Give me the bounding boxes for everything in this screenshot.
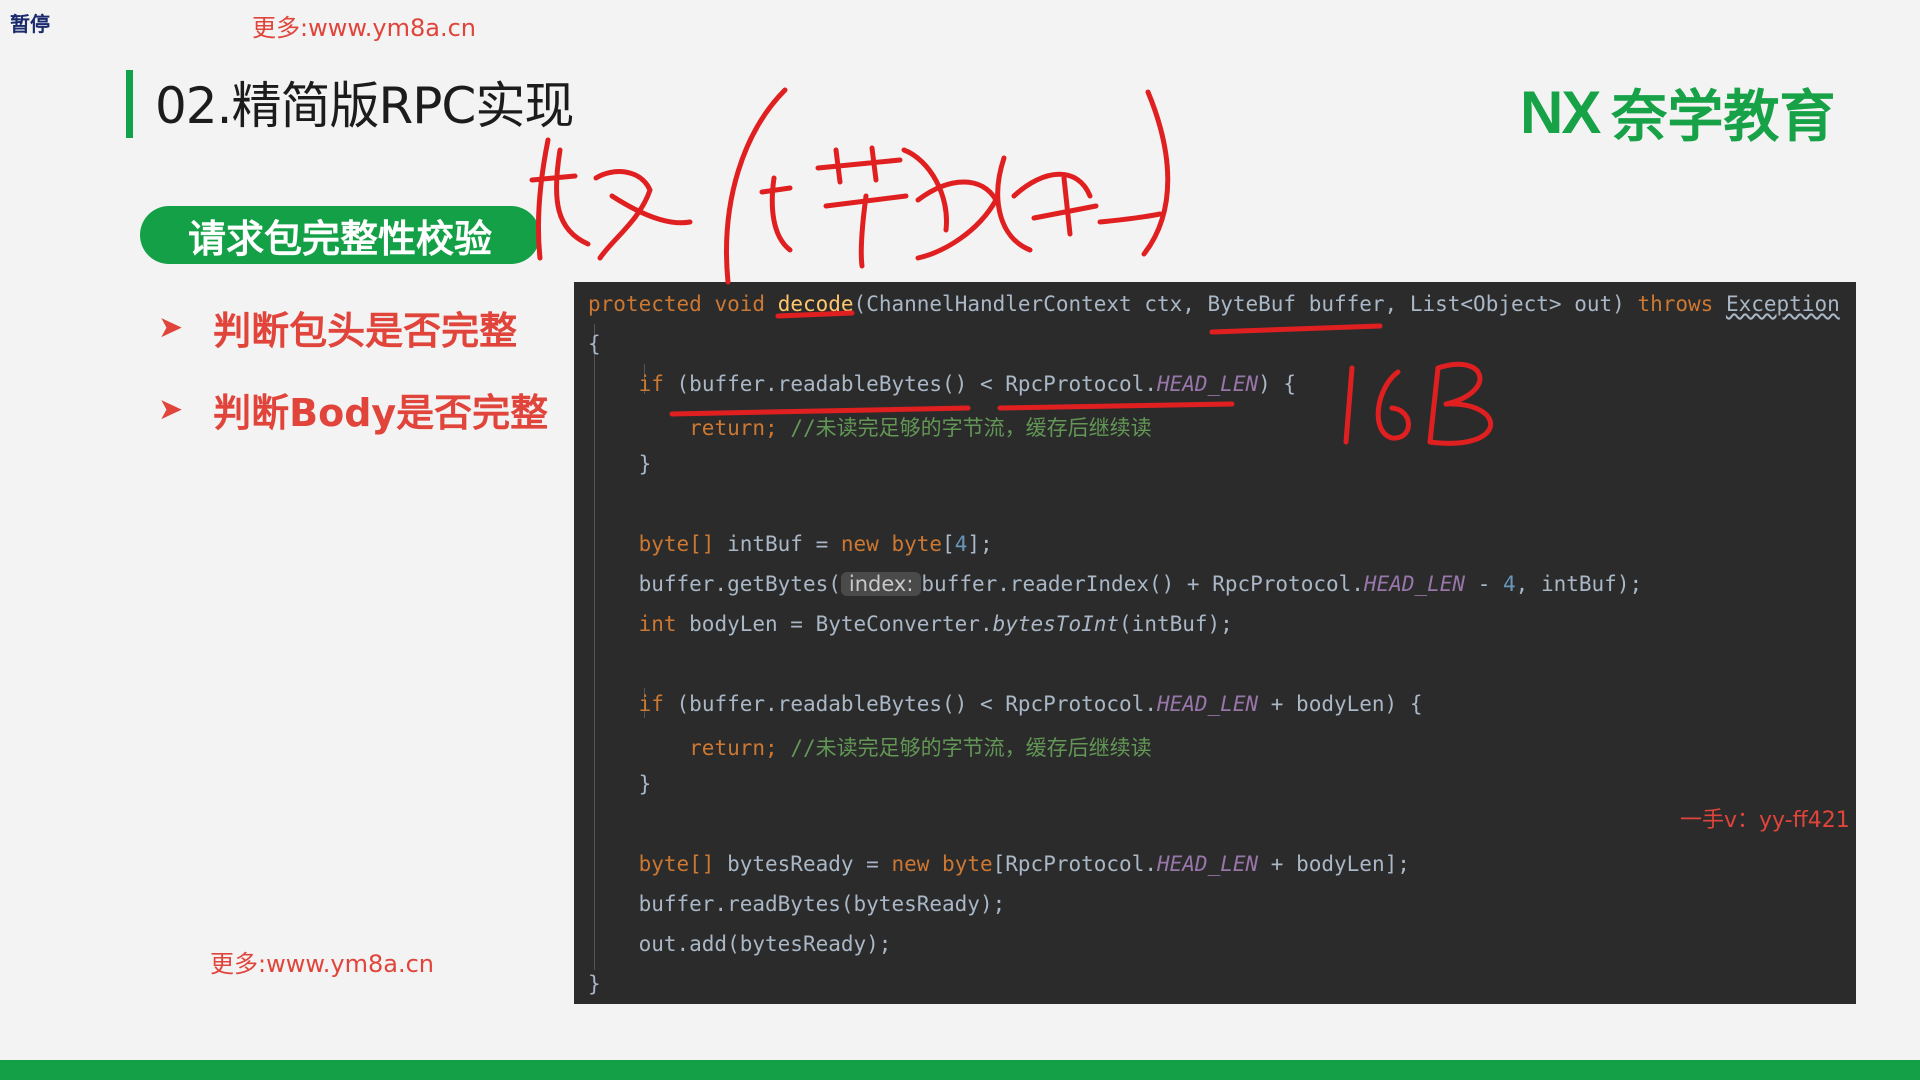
- parameter-hint: index:: [840, 572, 922, 596]
- section-pill: 请求包完整性校验: [140, 206, 540, 264]
- arrow-bullet-icon: ➤: [158, 392, 184, 427]
- code-line: return; //未读完足够的字节流，缓存后继续读: [689, 736, 1152, 760]
- bullet-item: ➤ 判断Body是否完整: [158, 382, 548, 437]
- brand-logo: NX 奈学教育: [1520, 72, 1835, 153]
- code-line: buffer.getBytes(index: buffer.readerIndex…: [638, 572, 1643, 596]
- bottom-accent-bar: [0, 1060, 1920, 1080]
- code-panel: protected void decode(ChannelHandlerCont…: [574, 282, 1856, 1004]
- code-line: byte[] intBuf = new byte[4];: [638, 532, 993, 556]
- code-line: buffer.readBytes(bytesReady);: [638, 892, 1006, 916]
- bullet-text: 判断Body是否完整: [213, 391, 549, 435]
- annotation-stroke-zu: [995, 155, 1099, 253]
- code-line: out.add(bytesReady);: [638, 932, 892, 956]
- title-accent-bar: [126, 70, 133, 138]
- code-line: protected void decode(ChannelHandlerCont…: [588, 292, 1840, 316]
- code-line: }: [638, 452, 652, 476]
- code-line: if (buffer.readableBytes() < RpcProtocol…: [638, 372, 1297, 396]
- bullet-text: 判断包头是否完整: [213, 309, 518, 353]
- watermark-bottom: 更多:www.ym8a.cn: [210, 950, 434, 978]
- slide-title: 02.精简版RPC实现: [155, 77, 574, 135]
- bullet-item: ➤ 判断包头是否完整: [158, 300, 517, 355]
- code-line: {: [588, 332, 601, 356]
- annotation-stroke-paren-left: [724, 87, 788, 285]
- logo-text: 奈学教育: [1611, 85, 1836, 150]
- annotation-stroke-zi: [759, 175, 793, 253]
- annotation-stroke-shu: [901, 147, 999, 261]
- code-line: }: [588, 972, 601, 996]
- code-line: byte[] bytesReady = new byte[RpcProtocol…: [638, 852, 1410, 876]
- annotation-stroke-jieshou: [529, 137, 693, 261]
- watermark-top: 更多:www.ym8a.cn: [252, 14, 476, 42]
- pause-indicator[interactable]: 暂停: [10, 8, 50, 37]
- code-line: }: [638, 772, 652, 796]
- contact-text: 一手v：yy-ff421: [1680, 808, 1850, 833]
- arrow-bullet-icon: ➤: [158, 310, 184, 345]
- code-line: return; //未读完足够的字节流，缓存后继续读: [689, 416, 1152, 440]
- annotation-stroke-paren-right: [1097, 89, 1171, 257]
- logo-mark: NX: [1520, 79, 1601, 146]
- annotation-stroke-jie: [815, 145, 909, 269]
- code-line: int bodyLen = ByteConverter.bytesToInt(i…: [638, 612, 1233, 636]
- code-line: if (buffer.readableBytes() < RpcProtocol…: [638, 692, 1423, 716]
